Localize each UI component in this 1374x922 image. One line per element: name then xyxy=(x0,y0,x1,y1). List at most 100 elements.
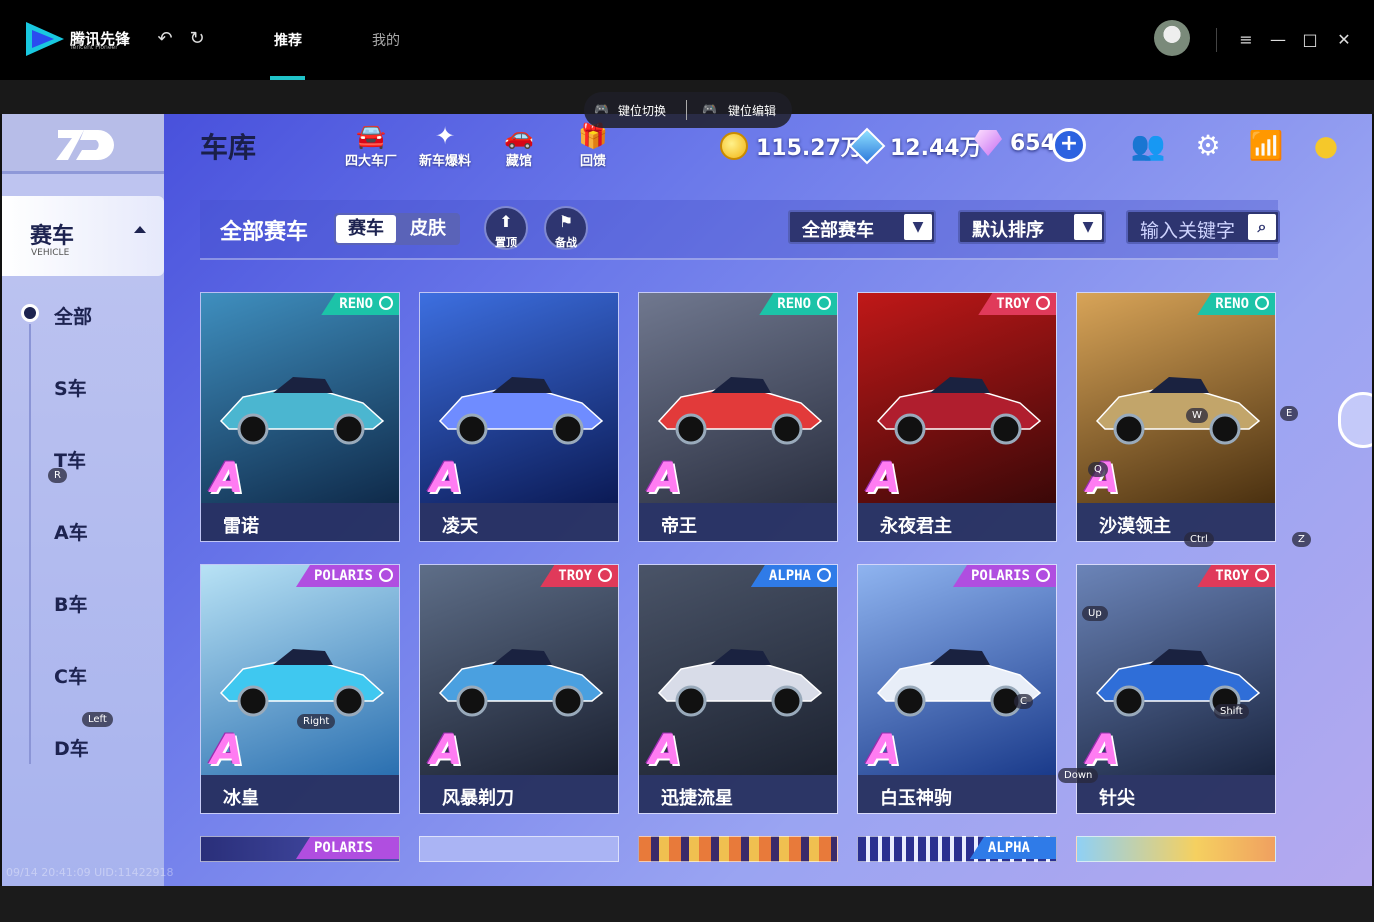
friends-mail-icon[interactable]: 👥 xyxy=(1130,128,1166,164)
car-card[interactable]: RENO A 沙漠领主 xyxy=(1076,292,1276,542)
car-factory-icon: 🚘 xyxy=(356,122,386,150)
manufacturer-emblem-icon xyxy=(379,568,393,582)
search-placeholder: 输入关键字 xyxy=(1140,220,1236,242)
maximize-icon[interactable]: □ xyxy=(1298,28,1322,52)
sidebar-item-a[interactable]: A车 xyxy=(54,518,88,545)
car-card[interactable]: POLARIS A 冰皇 xyxy=(200,564,400,814)
museum-button[interactable]: 🚗 藏馆 xyxy=(484,122,554,169)
car-name-bar: 风暴剃刀 xyxy=(420,775,618,813)
car-card[interactable]: RENO A 雷诺 xyxy=(200,292,400,542)
car-name-bar: 白玉神驹 xyxy=(858,775,1056,813)
search-input[interactable]: 输入关键字 ⌕ xyxy=(1126,210,1280,244)
car-factory-label: 四大车厂 xyxy=(344,154,397,169)
car-name-bar: 冰皇 xyxy=(201,775,399,813)
key-switch-button[interactable]: 键位切换 xyxy=(618,102,666,119)
key-mapping-toolbar: 🎮 键位切换 🎮 键位编辑 xyxy=(584,92,792,128)
car-factory-button[interactable]: 🚘 四大车厂 xyxy=(336,122,406,169)
tab-mine[interactable]: 我的 xyxy=(372,30,400,50)
sort-dropdown[interactable]: 默认排序 ▼ xyxy=(958,210,1106,244)
category-header[interactable]: 赛车 VEHICLE xyxy=(2,196,164,276)
side-joystick-handle[interactable] xyxy=(1338,392,1372,448)
gamepad-icon[interactable]: 🎮 xyxy=(702,102,717,116)
car-card[interactable]: ALPHA xyxy=(857,836,1057,862)
car-card[interactable]: POLARIS A 白玉神驹 xyxy=(857,564,1057,814)
close-icon[interactable]: ✕ xyxy=(1332,28,1356,52)
backup-button[interactable]: ⚑ 备战 xyxy=(544,206,588,250)
car-card[interactable]: RENO A 帝王 xyxy=(638,292,838,542)
type-dropdown[interactable]: 全部赛车 ▼ xyxy=(788,210,936,244)
car-grade: A xyxy=(1087,453,1120,502)
category-subtitle: VEHICLE xyxy=(31,248,70,258)
sidebar-item-b[interactable]: B车 xyxy=(54,590,87,617)
search-icon[interactable]: ⌕ xyxy=(1248,214,1276,240)
category-title: 赛车 xyxy=(30,224,75,249)
sidebar-item-d[interactable]: D车 xyxy=(54,734,89,761)
car-card[interactable]: TROY A 永夜君主 xyxy=(857,292,1057,542)
diamond-balance: 654 xyxy=(974,130,1056,156)
car-grade: A xyxy=(1087,725,1120,774)
car-card[interactable]: TROY A 风暴剃刀 xyxy=(419,564,619,814)
game-logo-icon xyxy=(56,130,114,160)
add-currency-button[interactable]: + xyxy=(1052,128,1086,162)
key-hint: Down xyxy=(1058,768,1099,783)
undo-icon[interactable]: ↶ xyxy=(154,28,176,50)
gamepad-icon[interactable]: 🎮 xyxy=(594,102,609,116)
key-edit-button[interactable]: 键位编辑 xyxy=(728,102,776,119)
wifi-icon[interactable]: 📶 xyxy=(1248,128,1284,164)
car-name-bar: 雷诺 xyxy=(201,503,399,541)
car-card[interactable] xyxy=(1076,836,1276,862)
key-hint: Z xyxy=(1292,532,1311,547)
coin-balance: 115.27万 xyxy=(720,130,863,162)
gift-button[interactable]: 🎁 回馈 xyxy=(558,122,628,169)
logo-subtext: Tencent Pioneer xyxy=(70,44,118,51)
car-card[interactable] xyxy=(419,836,619,862)
menu-icon[interactable]: ≡ xyxy=(1234,28,1258,52)
avatar[interactable] xyxy=(1154,20,1190,56)
sidebar-item-all[interactable]: 全部 xyxy=(54,302,92,329)
car-card[interactable] xyxy=(638,836,838,862)
new-car-button[interactable]: ✦ 新车爆料 xyxy=(410,122,480,169)
manufacturer-emblem-icon xyxy=(379,296,393,310)
race-car-icon xyxy=(438,649,604,717)
car-card[interactable]: POLARIS xyxy=(200,836,400,862)
manufacturer-emblem-icon xyxy=(598,568,612,582)
tab-recommend[interactable]: 推荐 xyxy=(274,30,302,50)
new-car-label: 新车爆料 xyxy=(418,154,471,169)
tab-skins[interactable]: 皮肤 xyxy=(398,215,458,243)
gear-icon[interactable]: ⚙ xyxy=(1190,128,1226,164)
car-card[interactable]: ALPHA A 迅捷流星 xyxy=(638,564,838,814)
manufacturer-badge: ALPHA xyxy=(969,837,1056,859)
title-bar: 腾讯先锋 Tencent Pioneer ↶ ↻ 推荐 我的 ≡ — □ ✕ xyxy=(0,0,1374,80)
museum-icon: 🚗 xyxy=(504,122,534,150)
qq-music-icon[interactable]: ● xyxy=(1308,128,1344,164)
refresh-icon[interactable]: ↻ xyxy=(186,28,208,50)
car-card[interactable]: TROY A 针尖 xyxy=(1076,564,1276,814)
coupon-value: 12.44万 xyxy=(890,136,982,161)
tab-cars[interactable]: 赛车 xyxy=(336,215,396,243)
sidebar-item-s[interactable]: S车 xyxy=(54,374,87,401)
key-hint: W xyxy=(1186,408,1208,423)
car-grade: A xyxy=(868,453,901,502)
car-grade: A xyxy=(211,725,244,774)
manufacturer-emblem-icon xyxy=(817,568,831,582)
game-viewport: 赛车 VEHICLE 全部 S车 T车 A车 B车 C车 D车 R Left 车… xyxy=(2,114,1372,886)
manufacturer-emblem-icon xyxy=(1255,296,1269,310)
key-hint: C xyxy=(1014,694,1033,709)
key-hint: Left xyxy=(82,712,113,727)
car-name: 帝王 xyxy=(661,516,697,537)
car-grade: A xyxy=(868,725,901,774)
minimize-icon[interactable]: — xyxy=(1266,28,1290,52)
sidebar-item-c[interactable]: C车 xyxy=(54,662,87,689)
key-hint: Up xyxy=(1082,606,1108,621)
new-car-icon: ✦ xyxy=(434,122,456,150)
car-name-bar: 沙漠领主 xyxy=(1077,503,1275,541)
car-grade: A xyxy=(430,453,463,502)
car-name: 雷诺 xyxy=(223,516,259,537)
car-name: 凌天 xyxy=(442,516,478,537)
race-car-icon xyxy=(438,377,604,445)
car-name: 风暴剃刀 xyxy=(442,788,514,809)
car-name: 迅捷流星 xyxy=(661,788,733,809)
pin-button[interactable]: ⬆ 置顶 xyxy=(484,206,528,250)
car-grade: A xyxy=(211,453,244,502)
car-card[interactable]: A 凌天 xyxy=(419,292,619,542)
